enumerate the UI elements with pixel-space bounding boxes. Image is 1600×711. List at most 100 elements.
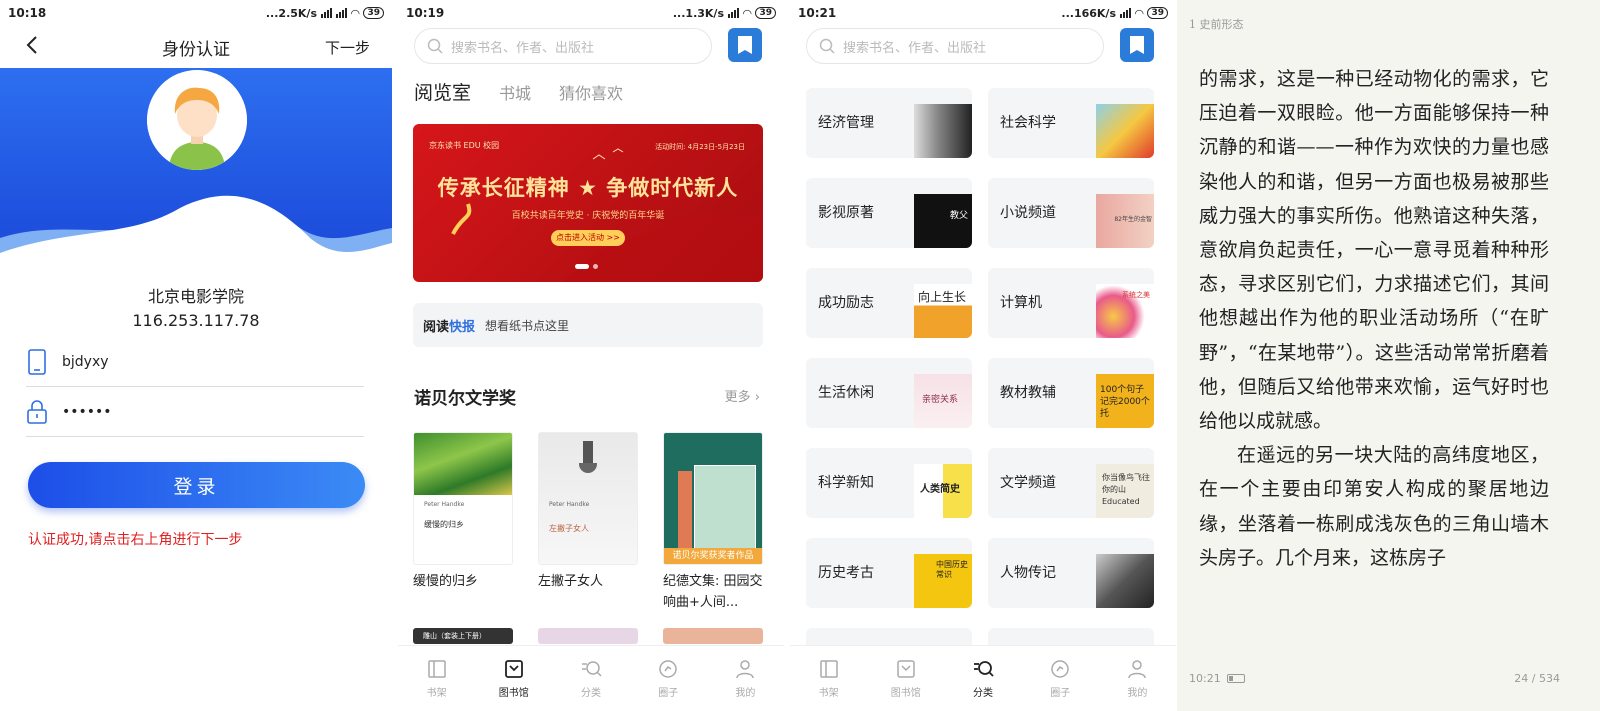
nav-label: 图书馆 (890, 688, 921, 699)
reading-news-bar[interactable]: 阅读 快报 想看纸书点这里 (413, 303, 763, 347)
cover-title: 缓慢的归乡 (424, 520, 464, 529)
nav-bookshelf[interactable]: 书架 (398, 646, 475, 711)
nav-mine[interactable]: 我的 (1099, 646, 1176, 711)
more-link[interactable]: 更多 › (725, 386, 760, 405)
category-label: 文学频道 (1000, 475, 1056, 491)
phone-icon (28, 348, 46, 375)
banner-decoration (451, 148, 763, 282)
banner-enter-button[interactable]: 点击进入活动 >> (551, 230, 625, 246)
next-step-button[interactable]: 下一步 (325, 37, 370, 58)
category-label: 历史考古 (818, 565, 874, 581)
category-label: 科学新知 (818, 475, 874, 491)
search-icon (819, 38, 835, 54)
category-literature[interactable]: 文学频道 你当像鸟飞往你的山 Educated (988, 448, 1154, 518)
tab-bar: 阅览室 书城 猜你喜欢 (414, 78, 623, 105)
status-bar: 10:19 ...1.3K/s ◠ 39 (398, 0, 784, 26)
category-thumbnail (914, 104, 972, 158)
nav-library[interactable]: 图书馆 (867, 646, 944, 711)
status-time: 10:18 (8, 6, 47, 20)
reader-time: 10:21 (1189, 672, 1221, 685)
nav-bookshelf[interactable]: 书架 (790, 646, 867, 711)
user-icon (1128, 660, 1147, 679)
news-text: 想看纸书点这里 (485, 318, 570, 333)
category-label: 计算机 (1000, 295, 1042, 311)
reader-footer-time: 10:21 (1189, 672, 1245, 685)
nav-category[interactable]: 分类 (552, 646, 629, 711)
reader-screen[interactable]: 1 史前形态 的需求，这是一种已经动物化的需求，它压迫着一双眼睑。他一方面能够保… (1177, 0, 1600, 711)
category-computer[interactable]: 计算机 系统之美 (988, 268, 1154, 338)
chapter-title: 1 史前形态 (1189, 18, 1244, 31)
nav-circle[interactable]: 圈子 (630, 646, 707, 711)
category-science[interactable]: 科学新知 人类简史 (806, 448, 972, 518)
status-time: 10:21 (798, 6, 837, 20)
category-success[interactable]: 成功励志 向上生长 (806, 268, 972, 338)
banner-subtitle: 百校共读百年党史 · 庆祝党的百年华诞 (511, 211, 665, 221)
category-screen: 10:21 ...166K/s ◠ 39 搜索书名、作者、出版社 经济管理 社会… (790, 0, 1176, 711)
book-title: 纪德文集: 田园交响曲+人间... (663, 574, 763, 610)
category-social-science[interactable]: 社会科学 (988, 88, 1154, 158)
category-thumbnail: 82年生的金智 (1096, 194, 1154, 248)
cover-author: Peter Handke (549, 501, 590, 508)
category-thumbnail: 人类简史 (914, 464, 972, 518)
book-peek[interactable]: 雕山（套装上下册） (413, 628, 513, 644)
jd-read-logo-icon[interactable] (728, 28, 762, 62)
category-film-originals[interactable]: 影视原著 教父 (806, 178, 972, 248)
category-label: 影视原著 (818, 205, 874, 221)
category-thumbnail (1096, 104, 1154, 158)
category-economics[interactable]: 经济管理 (806, 88, 972, 158)
book-peek[interactable] (663, 628, 763, 644)
signal-icon (728, 8, 739, 18)
jd-read-logo-icon[interactable] (1120, 28, 1154, 62)
nav-label: 图书馆 (498, 688, 529, 699)
category-history[interactable]: 历史考古 中国历史常识 (806, 538, 972, 608)
category-fiction[interactable]: 小说频道 82年生的金智 (988, 178, 1154, 248)
ip-address: 116.253.117.78 (132, 311, 260, 330)
category-biography[interactable]: 人物传记 (988, 538, 1154, 608)
circle-community-icon (659, 660, 677, 678)
nav-label: 圈子 (1050, 688, 1071, 699)
username-value: bjdyxy (62, 353, 109, 370)
nav-label: 书架 (426, 688, 447, 699)
success-message: 认证成功,请点击右上角进行下一步 (28, 532, 243, 548)
nav-label: 分类 (973, 688, 993, 699)
back-arrow-icon[interactable] (22, 34, 44, 56)
search-input[interactable]: 搜索书名、作者、出版社 (806, 28, 1104, 64)
status-time: 10:19 (406, 6, 445, 20)
nav-circle[interactable]: 圈子 (1022, 646, 1099, 711)
book-card[interactable]: 诺贝尔奖获奖者作品 纪德文集: 田园交响曲+人间... (663, 432, 763, 613)
nav-category[interactable]: 分类 (944, 646, 1021, 711)
book-card[interactable]: Peter Handke 缓慢的归乡 缓慢的归乡 (413, 432, 513, 592)
signal-icon-2 (336, 8, 347, 18)
news-label-part1: 阅读 (423, 319, 450, 335)
book-cover: Peter Handke 左撇子女人 (538, 432, 638, 565)
category-lifestyle[interactable]: 生活休闲 亲密关系 (806, 358, 972, 428)
tab-recommended[interactable]: 猜你喜欢 (559, 80, 623, 104)
promo-banner[interactable]: 京东读书 EDU 校园 活动时间: 4月23日-5月23日 传承长征精神 ★ 争… (413, 124, 763, 282)
page-title: 身份认证 (162, 39, 230, 60)
circle-community-icon (1051, 660, 1069, 678)
tab-bookstore[interactable]: 书城 (499, 80, 531, 104)
category-textbooks[interactable]: 教材教辅 100个句子记完2000个托 (988, 358, 1154, 428)
battery-icon: 39 (363, 7, 384, 19)
bottom-nav: 书架 图书馆 分类 圈子 我的 (398, 645, 784, 711)
user-icon (736, 660, 755, 679)
category-thumbnail (1096, 554, 1154, 608)
network-speed: ...2.5K/s (265, 6, 317, 20)
tab-reading-room[interactable]: 阅览室 (414, 78, 471, 105)
nav-label: 我的 (1127, 688, 1148, 699)
username-field[interactable]: bjdyxy (26, 337, 364, 387)
nav-label: 分类 (581, 688, 601, 699)
wifi-icon: ◠ (351, 6, 360, 20)
search-input[interactable]: 搜索书名、作者、出版社 (414, 28, 712, 64)
cover-badge: 诺贝尔奖获奖者作品 (664, 548, 762, 564)
password-field[interactable]: •••••• (26, 387, 364, 437)
login-button[interactable]: 登录 (28, 462, 365, 508)
category-thumbnail: 向上生长 (914, 284, 972, 338)
book-peek[interactable] (538, 628, 638, 644)
nav-library[interactable]: 图书馆 (475, 646, 552, 711)
paragraph: 的需求，这是一种已经动物化的需求，它压迫着一双眼睑。他一方面能够保持一种沉静的和… (1199, 68, 1549, 433)
library-icon (504, 660, 523, 678)
book-card[interactable]: Peter Handke 左撇子女人 左撇子女人 (538, 432, 638, 592)
nav-mine[interactable]: 我的 (707, 646, 784, 711)
nav-label: 圈子 (658, 688, 679, 699)
